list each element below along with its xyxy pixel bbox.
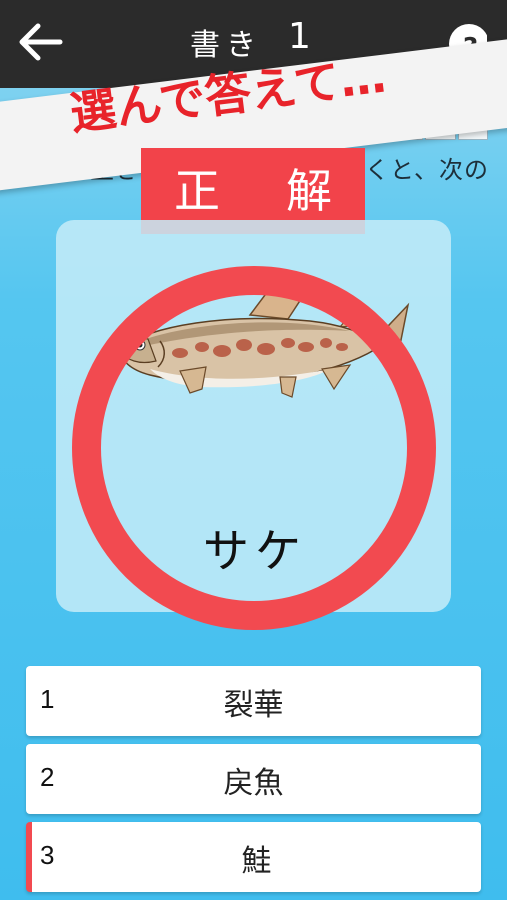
choice-text: 鮭: [241, 844, 272, 879]
choice-option-3[interactable]: 3 鮭: [26, 822, 481, 892]
choice-option-1[interactable]: 1 裂華: [26, 666, 481, 736]
correct-circle-icon: [72, 266, 436, 630]
choice-text: 戻魚: [223, 766, 284, 801]
choice-text: 裂華: [223, 688, 284, 723]
back-arrow-icon[interactable]: [16, 22, 64, 62]
choice-option-2[interactable]: 2 戻魚: [26, 744, 481, 814]
